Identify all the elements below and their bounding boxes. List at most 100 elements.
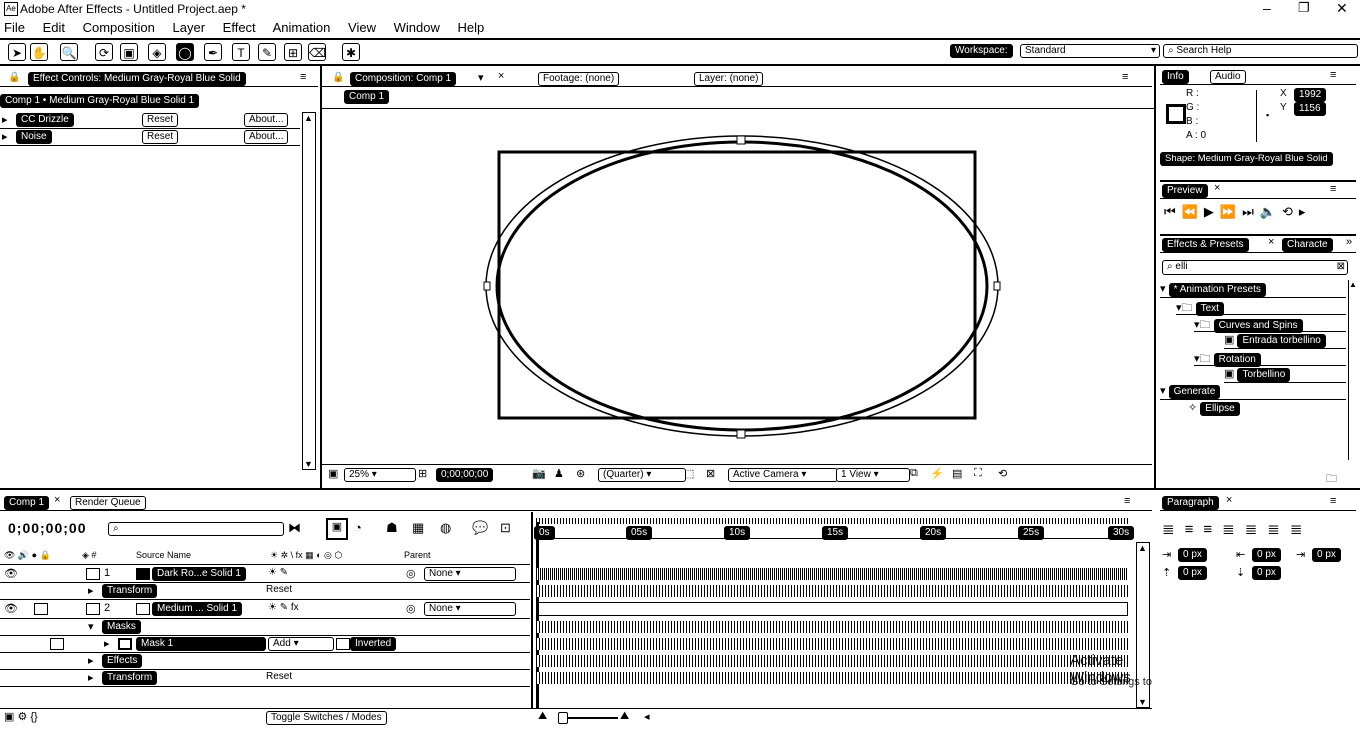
scroll-down-icon[interactable]: ▼	[1138, 697, 1147, 707]
menu-composition[interactable]: Composition	[83, 20, 155, 35]
tree-item[interactable]: ▾ * Animation Presets	[1160, 282, 1346, 298]
effects-presets-tab[interactable]: Effects & Presets	[1162, 238, 1249, 252]
layer-duration-bar[interactable]	[536, 568, 1128, 580]
mask-name[interactable]: Mask 1	[136, 637, 266, 651]
layer-row[interactable]: 👁 2 Medium ... Solid 1 ☀ ✎ fx ◎ None ▾	[0, 600, 530, 619]
menu-window[interactable]: Window	[394, 20, 440, 35]
menu-file[interactable]: File	[4, 20, 25, 35]
effects-label[interactable]: Effects	[102, 654, 143, 668]
layer-name[interactable]: Dark Ro...e Solid 1	[152, 567, 246, 581]
reset-exposure-icon[interactable]: ⟲	[998, 467, 1007, 480]
clear-search-icon[interactable]: ⊠	[1337, 261, 1345, 273]
scroll-up-icon[interactable]: ▲	[1349, 280, 1357, 289]
layer-label-color[interactable]	[136, 603, 150, 615]
align-left-icon[interactable]: ≣	[1162, 521, 1185, 538]
property-row[interactable]: ▸ Transform Reset	[0, 583, 530, 600]
effects-search-field[interactable]: ⌕ elli ⊠	[1162, 260, 1348, 275]
flowchart-icon[interactable]: ⛶	[974, 467, 982, 480]
first-line-indent-value[interactable]: 0 px	[1312, 548, 1341, 562]
layer-switches-icon[interactable]: ☀ ✎	[268, 567, 288, 578]
menu-view[interactable]: View	[348, 20, 376, 35]
panel-menu-icon[interactable]: ≡	[1330, 495, 1336, 507]
effect-reset[interactable]: Reset	[142, 130, 179, 144]
search-help-field[interactable]: ⌕ Search Help	[1163, 44, 1358, 58]
menu-layer[interactable]: Layer	[173, 20, 206, 35]
fast-previews-icon[interactable]: ⚡	[930, 467, 944, 480]
preview-tab[interactable]: Preview	[1162, 184, 1208, 198]
timeline-icon[interactable]: ▤	[952, 467, 962, 480]
close-icon[interactable]: ✕	[1336, 0, 1348, 17]
close-tab-icon[interactable]: ×	[1226, 494, 1232, 506]
layer-lock-toggle[interactable]	[86, 568, 100, 580]
comp-mini-flowchart-icon[interactable]: ⧓	[288, 520, 301, 536]
workspace-select[interactable]: Standard ▾	[1020, 44, 1160, 58]
effect-about[interactable]: About...	[244, 113, 289, 127]
expand-triangle-icon[interactable]: ▾	[88, 620, 94, 633]
parent-select[interactable]: None ▾	[424, 602, 516, 616]
property-row[interactable]: ▸ Effects	[0, 653, 530, 670]
lock-icon[interactable]: 🔒	[8, 72, 20, 83]
transform-label[interactable]: Transform	[102, 671, 158, 685]
composition-tab[interactable]: Composition: Comp 1	[350, 72, 457, 86]
hide-shy-icon[interactable]: ☗	[386, 520, 398, 536]
pen-tool-icon[interactable]: ✒	[204, 43, 222, 61]
scroll-up-icon[interactable]: ▲	[304, 113, 313, 123]
justify-left-icon[interactable]: ≣	[1222, 521, 1245, 538]
source-name-header[interactable]: Source Name	[136, 550, 191, 560]
work-area-bar[interactable]	[536, 518, 1128, 524]
lock-icon[interactable]: 🔒	[332, 72, 344, 83]
mask-lock-toggle[interactable]	[50, 638, 64, 650]
layer-row[interactable]: 👁 1 Dark Ro...e Solid 1 ☀ ✎ ◎ None ▾	[0, 566, 530, 583]
tree-item[interactable]: ▾🗀 Rotation	[1194, 350, 1346, 367]
expand-triangle-icon[interactable]: ▸	[2, 113, 8, 126]
space-before-icon[interactable]: ⇡	[1162, 566, 1171, 579]
expand-triangle-icon[interactable]: ▸	[88, 584, 94, 597]
effect-controls-scrollbar[interactable]: ▲ ▼	[302, 112, 316, 470]
chevron-down-icon[interactable]: ▾	[478, 71, 484, 84]
property-row[interactable]: ▾ Masks	[0, 619, 530, 636]
motion-blur-icon[interactable]: ◍	[440, 520, 451, 536]
parent-header[interactable]: Parent	[404, 550, 431, 560]
rotate-tool-icon[interactable]: ⟳	[95, 43, 113, 61]
comp-viewer-graphic[interactable]	[322, 110, 1152, 462]
transform-reset[interactable]: Reset	[266, 584, 292, 595]
expand-triangle-icon[interactable]: ▸	[88, 671, 94, 684]
effect-about[interactable]: About...	[244, 130, 289, 144]
zoom-select[interactable]: 25% ▾	[344, 468, 416, 482]
effect-row[interactable]: ▸ Noise Reset About...	[0, 129, 300, 146]
render-queue-tab[interactable]: Render Queue	[70, 496, 146, 510]
space-after-icon[interactable]: ⇣	[1236, 566, 1245, 579]
scroll-up-icon[interactable]: ▲	[1138, 543, 1147, 553]
timeline-comp-tab[interactable]: Comp 1	[4, 496, 50, 510]
tree-item[interactable]: ✧ Ellipse	[1188, 401, 1346, 416]
character-tab[interactable]: Characte	[1282, 238, 1333, 252]
transform-label[interactable]: Transform	[102, 584, 158, 598]
minimize-icon[interactable]: –	[1263, 0, 1271, 16]
draft-3d-icon[interactable]: ◔	[354, 520, 362, 535]
expand-triangle-icon[interactable]: ▸	[2, 130, 8, 143]
frame-blending-icon[interactable]: ▦	[412, 520, 424, 536]
indent-left-value[interactable]: 0 px	[1178, 548, 1207, 562]
close-tab-icon[interactable]: ×	[1214, 182, 1220, 194]
expand-triangle-icon[interactable]: ▸	[104, 637, 110, 650]
effect-controls-tab[interactable]: Effect Controls: Medium Gray-Royal Blue …	[28, 72, 246, 86]
mute-icon[interactable]: 🔈	[1260, 204, 1282, 219]
masks-label[interactable]: Masks	[102, 620, 141, 634]
parent-pickwhip-icon[interactable]: ◎	[406, 567, 416, 580]
indent-left-icon[interactable]: ⇥	[1162, 548, 1171, 561]
transparency-grid-icon[interactable]: ⊠	[706, 467, 715, 480]
channel-icon[interactable]: ⊛	[576, 467, 585, 480]
layer-switches-icon[interactable]: ☀ ✎ fx	[268, 602, 299, 613]
layer-tab[interactable]: Layer: (none)	[694, 72, 764, 86]
more-tabs-icon[interactable]: »	[1346, 236, 1352, 248]
resolution-select[interactable]: (Quarter) ▾	[598, 468, 686, 482]
first-line-indent-icon[interactable]: ⇥	[1296, 548, 1305, 561]
space-after-value[interactable]: 0 px	[1252, 566, 1281, 580]
space-before-value[interactable]: 0 px	[1178, 566, 1207, 580]
tree-item[interactable]: ▾🗀 Text	[1176, 299, 1346, 316]
next-frame-icon[interactable]: ⏩	[1220, 204, 1242, 219]
time-ruler[interactable]: 0s 05s 10s 15s 20s 25s 30s	[534, 518, 1135, 540]
footer-toggles-icon[interactable]: ▣ ⚙ {}	[4, 710, 38, 723]
toggle-switches-modes-button[interactable]: Toggle Switches / Modes	[266, 711, 387, 725]
eraser-tool-icon[interactable]: ⌫	[308, 43, 326, 61]
